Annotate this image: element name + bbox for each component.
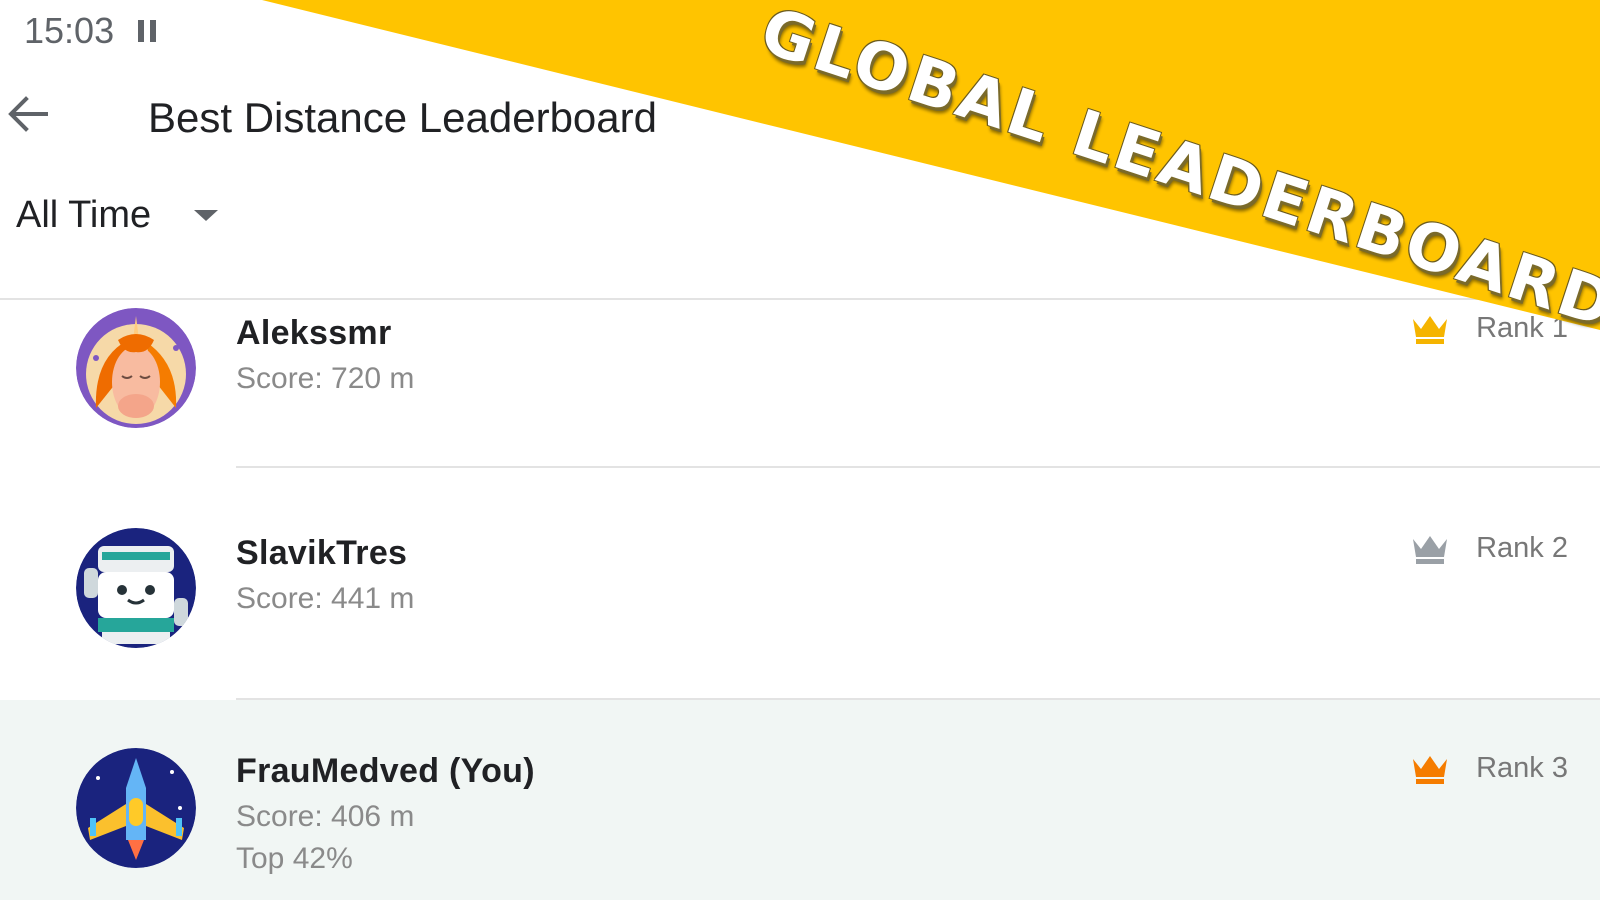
page-title: Best Distance Leaderboard [148,94,657,141]
player-name: FrauMedved (You) [236,752,535,790]
status-time: 15:03 [24,10,115,51]
pause-icon [138,20,158,42]
rank-label: Rank 3 [1476,752,1568,784]
rank-badge: Rank 2 [1410,532,1568,572]
status-bar: 15:03 [0,0,1600,62]
arrow-left-icon [8,96,48,132]
player-name: Alekssmr [236,314,392,352]
leaderboard-row[interactable]: Alekssmr Score: 720 m Rank 1 [0,300,1600,476]
rank-label: Rank 1 [1476,312,1568,344]
unicorn-avatar [76,308,196,428]
player-score: Score: 441 m [236,582,415,615]
time-filter-label: All Time [16,194,152,236]
player-score: Score: 406 m [236,800,415,833]
crown-gold-icon [1412,315,1447,344]
crown-bronze-icon [1412,755,1447,784]
rank-badge: Rank 1 [1410,312,1568,352]
crown-silver-icon [1412,535,1447,564]
rank-badge: Rank 3 [1410,752,1568,792]
player-percentile: Top 42% [236,842,353,875]
spaceship-avatar [76,748,196,868]
player-score: Score: 720 m [236,362,415,395]
leaderboard-row[interactable]: SlavikTres Score: 441 m Rank 2 [0,478,1600,698]
robot-avatar [76,528,196,648]
leaderboard-row-current-user[interactable]: FrauMedved (You) Score: 406 m Top 42% Ra… [0,700,1600,900]
rank-label: Rank 2 [1476,532,1568,564]
back-button[interactable] [0,84,60,144]
player-name: SlavikTres [236,534,408,572]
chevron-down-icon [193,210,218,221]
divider [236,466,1600,468]
time-filter-dropdown[interactable]: All Time [16,194,218,254]
app-bar: Best Distance Leaderboard [0,72,1600,168]
